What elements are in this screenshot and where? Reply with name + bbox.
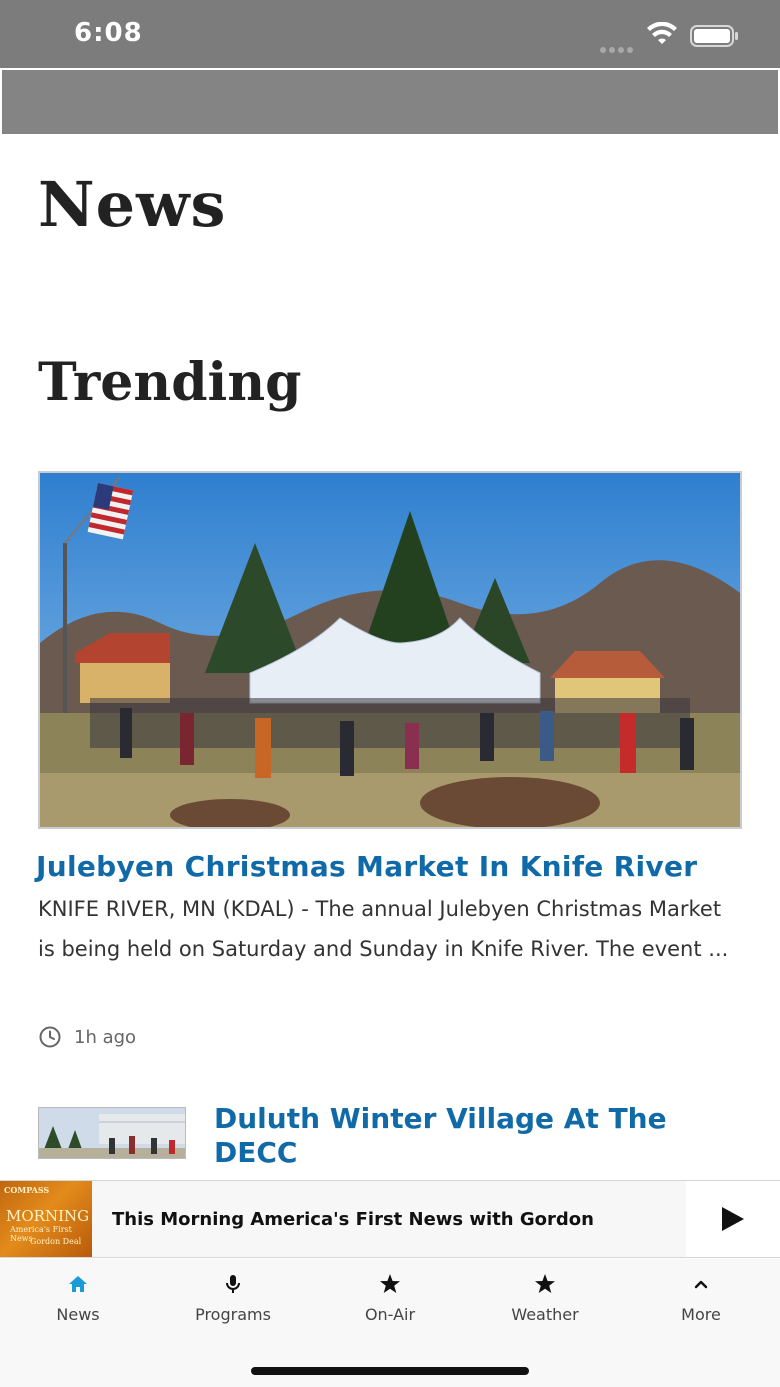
tab-label: Weather <box>511 1305 579 1324</box>
show-artwork: COMPASS MORNING America's First News Gor… <box>0 1181 92 1257</box>
home-icon <box>69 1276 87 1292</box>
tab-more[interactable]: More <box>641 1273 761 1324</box>
tab-news[interactable]: News <box>18 1273 138 1324</box>
tab-programs[interactable]: Programs <box>173 1273 293 1324</box>
star-icon <box>535 1274 555 1293</box>
article-image[interactable] <box>38 471 742 829</box>
signal-icon <box>600 38 636 57</box>
tab-label: On-Air <box>364 1305 416 1324</box>
tab-on-air[interactable]: On-Air <box>330 1273 450 1324</box>
play-icon <box>722 1207 744 1231</box>
wifi-icon <box>647 22 677 44</box>
article-timestamp: 1h ago <box>38 1024 136 1050</box>
section-title: Trending <box>38 352 302 413</box>
microphone-icon <box>226 1275 240 1293</box>
status-bar: 6:08 <box>0 0 780 68</box>
article-thumbnail[interactable] <box>38 1107 186 1159</box>
page-title: News <box>38 168 227 241</box>
tab-label: More <box>681 1305 721 1324</box>
article-time-text: 1h ago <box>74 1026 137 1048</box>
now-playing-title: This Morning America's First News with G… <box>112 1209 594 1230</box>
tab-label: News <box>56 1305 100 1324</box>
battery-icon <box>690 25 738 47</box>
app-header <box>2 70 778 134</box>
star-icon <box>380 1274 400 1293</box>
play-button[interactable] <box>686 1181 780 1257</box>
status-time: 6:08 <box>74 18 143 48</box>
now-playing-bar[interactable]: COMPASS MORNING America's First News Gor… <box>0 1180 780 1258</box>
home-indicator[interactable] <box>251 1367 529 1375</box>
chevron-up-icon <box>694 1280 708 1289</box>
article-title[interactable]: Duluth Winter Village At The DECC <box>214 1102 734 1170</box>
article-title[interactable]: Julebyen Christmas Market In Knife River <box>36 850 756 883</box>
article-excerpt: KNIFE RIVER, MN (KDAL) - The annual Jule… <box>38 897 729 961</box>
tab-label: Programs <box>195 1305 271 1324</box>
clock-icon <box>39 1026 61 1048</box>
tab-weather[interactable]: Weather <box>485 1273 605 1324</box>
